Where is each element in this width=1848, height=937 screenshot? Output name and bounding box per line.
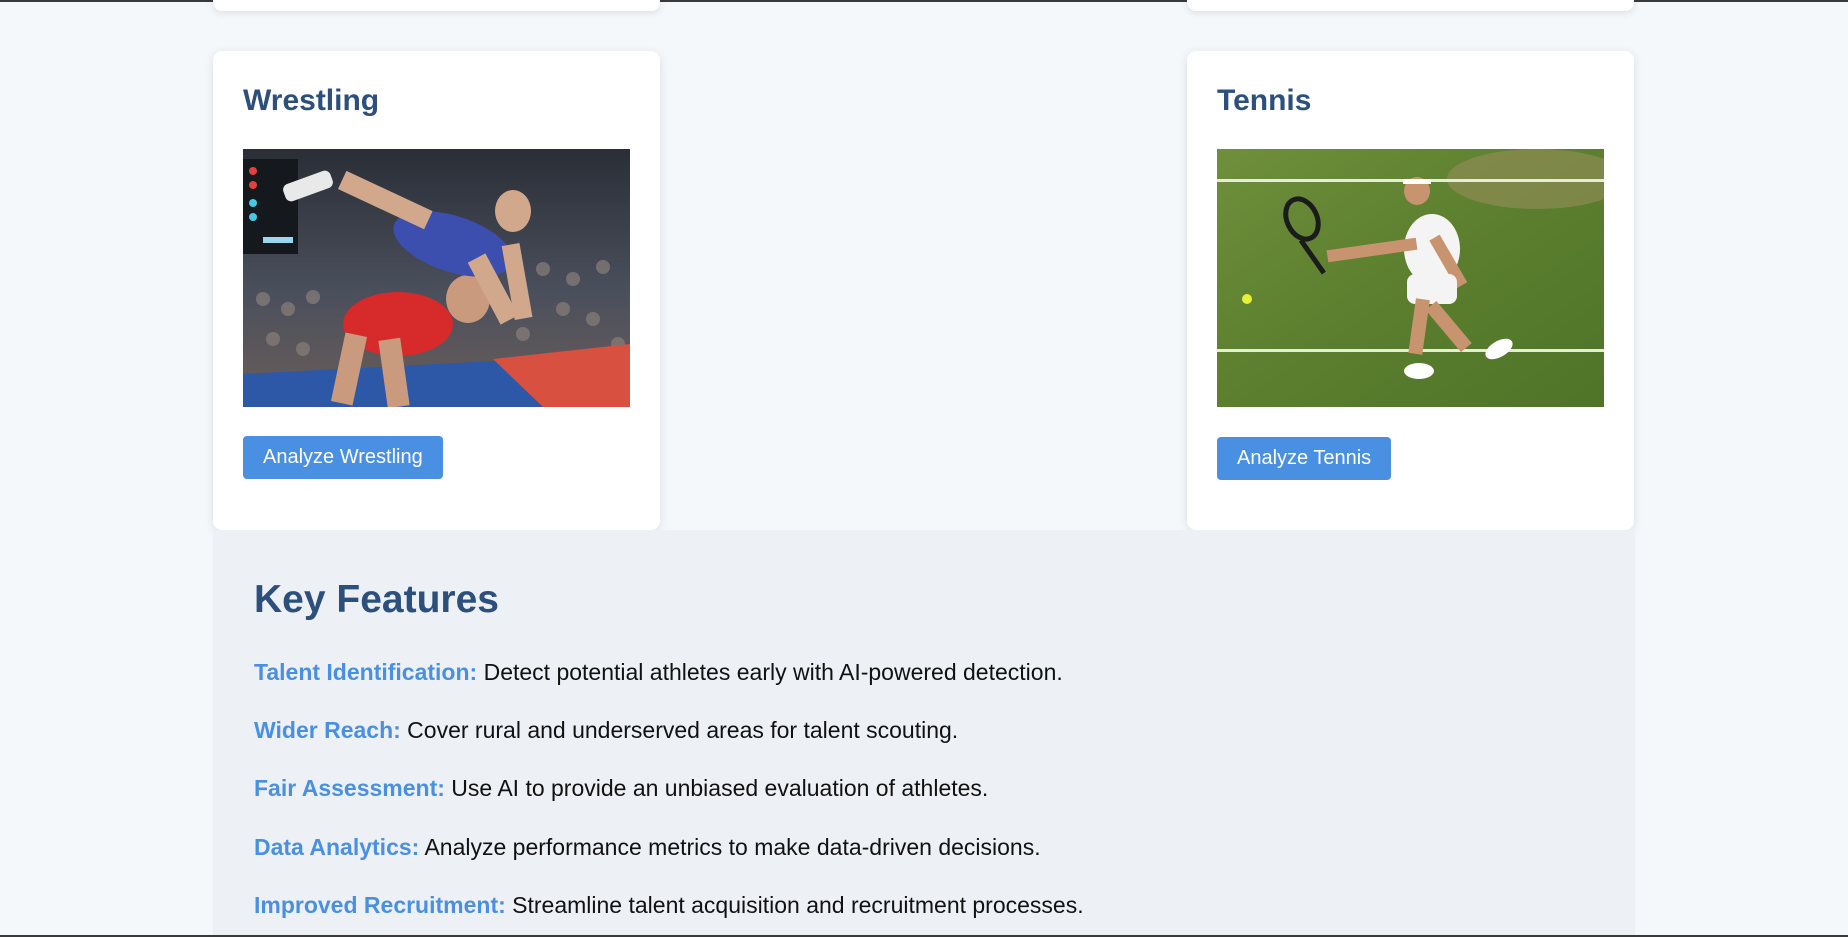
feature-label: Data Analytics:	[254, 834, 420, 860]
feature-label: Talent Identification:	[254, 659, 478, 685]
feature-item: Data Analytics: Analyze performance metr…	[254, 834, 1041, 861]
wrestling-image	[243, 149, 630, 407]
feature-label: Fair Assessment:	[254, 775, 445, 801]
feature-item: Improved Recruitment: Streamline talent …	[254, 892, 1084, 919]
card-title-wrestling: Wrestling	[243, 84, 380, 117]
feature-text: Streamline talent acquisition and recrui…	[512, 892, 1084, 918]
feature-text: Use AI to provide an unbiased evaluation…	[451, 775, 989, 801]
card-stub-right	[1187, 0, 1634, 11]
card-stub-left	[213, 0, 660, 11]
tennis-image	[1217, 149, 1604, 407]
feature-text: Detect potential athletes early with AI-…	[483, 659, 1063, 685]
feature-label: Improved Recruitment:	[254, 892, 506, 918]
feature-item: Talent Identification: Detect potential …	[254, 659, 1063, 686]
analyze-tennis-button[interactable]: Analyze Tennis	[1217, 437, 1392, 480]
sport-card-wrestling: Wrestling Analyze Wrestling	[213, 51, 660, 530]
feature-item: Wider Reach: Cover rural and underserved…	[254, 717, 958, 744]
feature-text: Cover rural and underserved areas for ta…	[407, 717, 959, 743]
feature-item: Fair Assessment: Use AI to provide an un…	[254, 775, 988, 802]
analyze-wrestling-button[interactable]: Analyze Wrestling	[243, 436, 443, 479]
sport-card-tennis: Tennis Analyze Tennis	[1187, 51, 1634, 530]
feature-text: Analyze performance metrics to make data…	[424, 834, 1041, 860]
key-features-title: Key Features	[254, 578, 499, 621]
key-features-section: Key Features Talent Identification: Dete…	[213, 530, 1635, 937]
page-viewport: Wrestling Analyze Wrestling Tennis Analy…	[0, 0, 1848, 937]
feature-label: Wider Reach:	[254, 717, 401, 743]
card-title-tennis: Tennis	[1217, 84, 1312, 117]
